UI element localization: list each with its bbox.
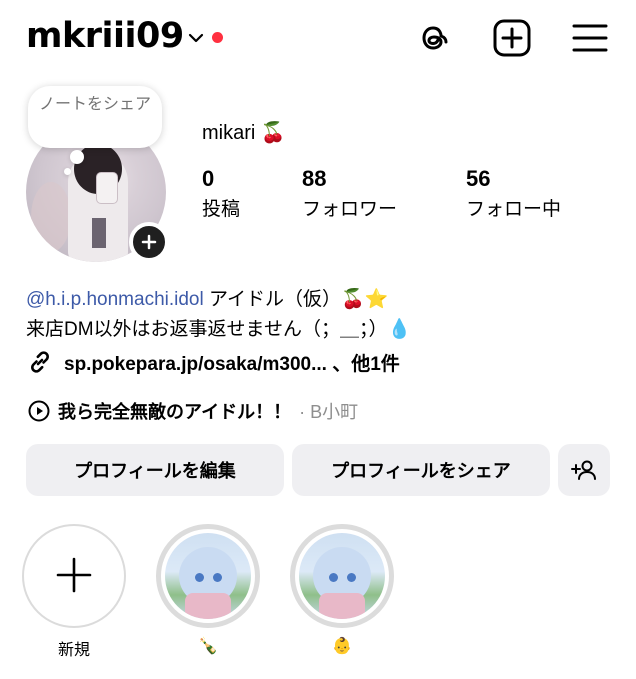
note-bubble-tail <box>70 150 84 164</box>
bio-text: アイドル（仮）🍒⭐ <box>203 289 389 310</box>
profile-music[interactable]: 我ら完全無敵のアイドル！！ · B小町 <box>28 396 358 426</box>
plus-icon <box>141 234 157 250</box>
add-person-icon <box>571 460 596 480</box>
play-icon <box>28 400 50 422</box>
stat-label: フォロー中 <box>466 199 562 220</box>
menu-icon[interactable] <box>570 18 610 58</box>
stat-value: 88 <box>302 166 327 191</box>
stat-following[interactable]: 56 フォロー中 <box>466 166 561 221</box>
display-name: mikari 🍒 <box>202 122 286 144</box>
bio-link-text[interactable]: sp.pokepara.jp/osaka/m300... 、他1件 <box>64 349 400 376</box>
highlight-label: 新規 <box>57 642 90 659</box>
bio-link[interactable]: sp.pokepara.jp/osaka/m300... 、他1件 <box>26 346 400 378</box>
stat-value: 0 <box>202 166 215 191</box>
bio-line-2: 来店DM以外はお返事返せません（；＿；）💧 <box>26 319 412 340</box>
share-note-bubble[interactable]: ノートをシェア <box>28 86 162 148</box>
link-icon <box>31 351 49 373</box>
highlight-label: 👶 <box>332 638 352 655</box>
username[interactable]: mkriii09 <box>26 16 184 56</box>
highlight-ring <box>290 524 394 628</box>
threads-icon[interactable] <box>414 18 454 58</box>
plus-icon <box>54 548 94 604</box>
highlight-item[interactable]: 🍾 <box>156 524 260 656</box>
add-story-button[interactable] <box>129 222 169 262</box>
highlight-label: 🍾 <box>198 638 218 655</box>
edit-profile-button[interactable]: プロフィールを編集 <box>26 444 284 496</box>
highlight-ring <box>22 524 126 628</box>
highlight-thumbnail <box>165 533 251 619</box>
stat-value: 56 <box>466 166 491 191</box>
bio-mention-link[interactable]: @h.i.p.honmachi.idol <box>26 289 204 310</box>
create-post-icon[interactable] <box>492 18 532 58</box>
bio-line-1: @h.i.p.honmachi.idol アイドル（仮）🍒⭐ <box>26 284 388 311</box>
music-title: 我ら完全無敵のアイドル！！ <box>58 402 292 422</box>
stat-label: フォロワー <box>302 199 398 220</box>
share-profile-button[interactable]: プロフィールをシェア <box>292 444 550 496</box>
discover-people-button[interactable] <box>558 444 610 496</box>
highlight-new[interactable]: 新規 <box>22 524 126 660</box>
stat-posts[interactable]: 0 投稿 <box>202 166 240 221</box>
highlight-thumbnail <box>299 533 385 619</box>
music-artist: · B小町 <box>299 402 359 422</box>
chevron-down-icon[interactable] <box>186 28 206 48</box>
highlight-ring <box>156 524 260 628</box>
stat-label: 投稿 <box>202 199 241 220</box>
highlight-item[interactable]: 👶 <box>290 524 394 656</box>
notification-dot <box>212 32 223 43</box>
stat-followers[interactable]: 88 フォロワー <box>302 166 397 221</box>
note-bubble-tail-small <box>64 168 71 175</box>
profile-header: mkriii09 <box>0 0 636 80</box>
